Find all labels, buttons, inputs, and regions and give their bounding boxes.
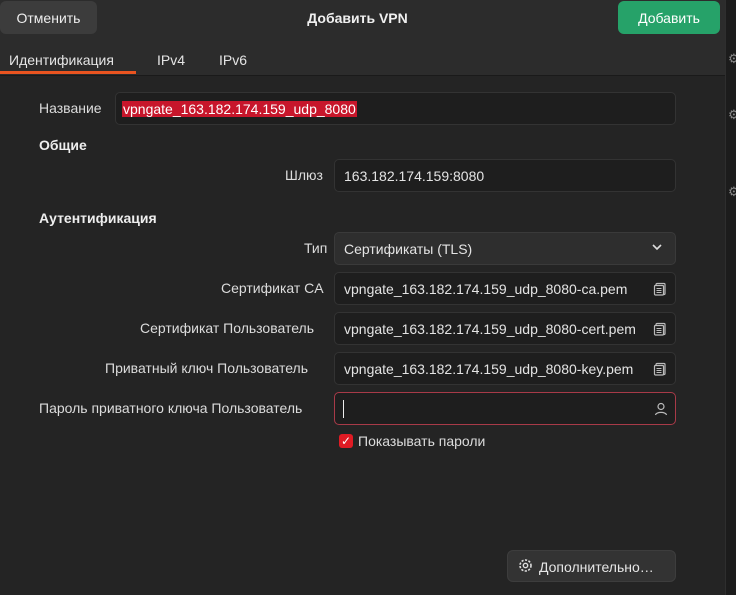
dialog-title: Добавить VPN [307, 10, 408, 26]
active-tab-indicator [0, 71, 136, 74]
text-cursor [343, 400, 344, 418]
user-cert-field[interactable]: vpngate_163.182.174.159_udp_8080-cert.pe… [334, 312, 676, 345]
ca-cert-value: vpngate_163.182.174.159_udp_8080-ca.pem [344, 281, 628, 297]
background-window-edge: ⚙ ⚙ ⚙ [725, 0, 736, 595]
tab-identity[interactable]: Идентификация [9, 52, 114, 68]
tab-bar: Идентификация IPv4 IPv6 [0, 38, 725, 76]
ca-cert-field[interactable]: vpngate_163.182.174.159_udp_8080-ca.pem [334, 272, 676, 305]
name-value: vpngate_163.182.174.159_udp_8080 [122, 101, 357, 117]
private-key-field[interactable]: vpngate_163.182.174.159_udp_8080-key.pem [334, 352, 676, 385]
tab-ipv4[interactable]: IPv4 [157, 52, 185, 68]
gateway-value: 163.182.174.159:8080 [344, 168, 485, 184]
user-icon[interactable] [653, 401, 668, 416]
general-section-title: Общие [39, 137, 87, 153]
advanced-button[interactable]: Дополнительно… [507, 550, 676, 582]
auth-type-select[interactable]: Сертификаты (TLS) [334, 232, 676, 265]
file-icon[interactable] [653, 362, 667, 376]
show-passwords-checkbox[interactable]: ✓ [339, 434, 353, 448]
private-key-value: vpngate_163.182.174.159_udp_8080-key.pem [344, 361, 634, 377]
advanced-label: Дополнительно… [539, 559, 654, 575]
key-password-field[interactable] [334, 392, 676, 425]
gateway-label: Шлюз [285, 167, 323, 183]
gear-icon [517, 557, 534, 577]
user-cert-label: Сертификат Пользователь [140, 320, 315, 336]
key-password-label: Пароль приватного ключа Пользователь [39, 400, 303, 416]
auth-section-title: Аутентификация [39, 210, 157, 226]
gear-icon: ⚙ [728, 184, 736, 199]
chevron-down-icon [650, 240, 664, 257]
add-vpn-dialog: Отменить Добавить VPN Добавить Идентифик… [0, 0, 725, 595]
gear-icon: ⚙ [728, 107, 736, 122]
file-icon[interactable] [653, 322, 667, 336]
header-bar: Отменить Добавить VPN Добавить [0, 0, 725, 39]
add-button[interactable]: Добавить [618, 1, 720, 34]
name-label: Название [39, 100, 102, 116]
user-cert-value: vpngate_163.182.174.159_udp_8080-cert.pe… [344, 321, 636, 337]
tab-ipv6[interactable]: IPv6 [219, 52, 247, 68]
gateway-field[interactable]: 163.182.174.159:8080 [334, 159, 676, 192]
private-key-label: Приватный ключ Пользователь [105, 360, 309, 376]
file-icon[interactable] [653, 282, 667, 296]
gear-icon: ⚙ [728, 51, 736, 66]
ca-cert-label: Сертификат CA [221, 280, 324, 296]
show-passwords-label: Показывать пароли [358, 433, 486, 449]
name-field[interactable]: vpngate_163.182.174.159_udp_8080 [115, 92, 676, 125]
auth-type-value: Сертификаты (TLS) [344, 241, 473, 257]
type-label: Тип [304, 240, 328, 256]
